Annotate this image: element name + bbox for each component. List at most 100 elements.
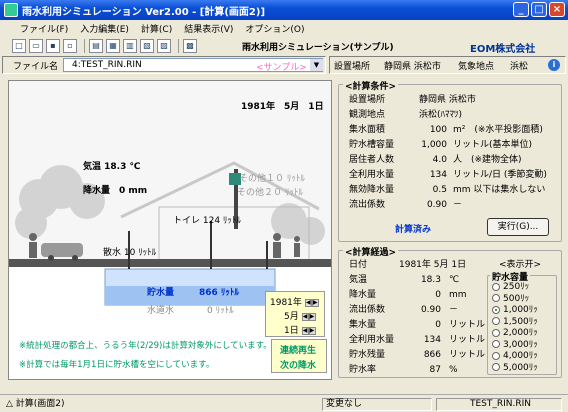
- progress-title: <計算経過>: [343, 245, 399, 258]
- prog-value: 0: [435, 320, 441, 330]
- minimize-button[interactable]: _: [513, 2, 529, 17]
- cond-label: 貯水槽容量: [349, 140, 395, 150]
- menu-option[interactable]: オプション(O): [245, 22, 304, 35]
- sample-caption: 雨水利用シミュレーション(サンプル): [242, 43, 394, 53]
- report-icon[interactable]: ▨: [157, 39, 171, 53]
- capacity-option[interactable]: 250ﾘｯ: [492, 282, 538, 294]
- station-label: 気象地点: [458, 62, 495, 72]
- save-as-icon[interactable]: ▫: [63, 39, 77, 53]
- scene-other1: その他１０ ﾘｯﾄﾙ: [239, 174, 305, 184]
- prog-value: 87: [429, 365, 441, 375]
- capacity-option[interactable]: 500ﾘｯ: [492, 294, 538, 306]
- cond-value: 134: [429, 170, 447, 180]
- capacity-option[interactable]: 1,000ﾘｯ: [492, 305, 538, 317]
- scene-storage-label: 貯水量: [147, 288, 175, 298]
- graph-icon[interactable]: ▧: [140, 39, 154, 53]
- file-panel: ファイル名 4:TEST_RIN.RIN <サンプル> ▼: [2, 56, 326, 74]
- radio-icon: [492, 282, 500, 291]
- radio-icon: [492, 294, 500, 302]
- cond-unit: リットル/日 (季節変動): [453, 170, 547, 180]
- radio-selected-icon: [492, 305, 500, 314]
- next-rain-button[interactable]: 次の降水: [280, 358, 316, 371]
- input-icon[interactable]: ▤: [89, 39, 103, 53]
- print-icon[interactable]: ▩: [183, 39, 197, 53]
- note-leap-year: ※統計処理の都合上、うるう年(2/29)は計算対象外にしています。: [19, 341, 272, 351]
- progress-group: <計算経過> <表示开> 日付 1981年 5月 1日 気温 18.3 ℃ 降水…: [338, 245, 562, 378]
- capacity-options: 250ﾘｯ 500ﾘｯ 1,000ﾘｯ 1,500ﾘｯ 2,000ﾘｯ 3,00…: [492, 282, 538, 374]
- menu-result[interactable]: 結果表示(V): [184, 22, 233, 35]
- help-icon[interactable]: i: [548, 59, 560, 71]
- prog-unit: リットル: [449, 350, 486, 360]
- toolbar-separator: [84, 39, 85, 53]
- cond-value: 静岡県 浜松市: [419, 95, 476, 105]
- sample-tag: <サンプル>: [256, 63, 307, 73]
- cond-label: 観測地点: [349, 110, 386, 120]
- conditions-group: <計算条件> 設置場所 静岡県 浜松市 観測地点 浜松(ﾊﾏﾏﾂ) 集水面積 1…: [338, 79, 562, 242]
- year-next-icon[interactable]: ▶: [311, 298, 319, 307]
- prog-unit: ℃: [449, 275, 460, 285]
- cond-value: 0.5: [432, 185, 447, 195]
- prog-unit: %: [449, 365, 458, 375]
- cond-unit: －: [453, 200, 463, 210]
- capacity-option[interactable]: 3,000ﾘｯ: [492, 340, 538, 352]
- open-folder-icon[interactable]: ▭: [29, 39, 43, 53]
- capacity-option[interactable]: 5,000ﾘｯ: [492, 363, 538, 375]
- date-spinner-panel: 1981年 ◀ ▶ 5月 ◀ ▶ 1日 ◀ ▶: [265, 291, 325, 337]
- location-value: 静岡県 浜松市: [384, 62, 441, 72]
- dropdown-arrow-icon[interactable]: ▼: [310, 59, 323, 71]
- day-value: 1日: [284, 326, 299, 336]
- new-file-icon[interactable]: □: [12, 39, 26, 53]
- save-icon[interactable]: ▪: [46, 39, 60, 53]
- cond-unit: m² (※水平投影面積): [453, 125, 543, 135]
- cond-value: 浜松(ﾊﾏﾏﾂ): [419, 110, 463, 120]
- menu-file[interactable]: ファイル(F): [20, 22, 68, 35]
- cond-value: 0.90: [426, 200, 447, 210]
- capacity-option[interactable]: 1,500ﾘｯ: [492, 317, 538, 329]
- prog-label: 貯水率: [349, 365, 377, 375]
- prog-unit: リットル: [449, 320, 486, 330]
- cond-unit: 人 (※建物全体): [453, 155, 522, 165]
- radio-icon: [492, 351, 500, 360]
- menu-calc[interactable]: 計算(C): [141, 22, 172, 35]
- continuous-play-button[interactable]: 連続再生: [280, 343, 316, 356]
- year-prev-icon[interactable]: ◀: [304, 298, 312, 307]
- month-value: 5月: [284, 312, 299, 322]
- prog-label: 集水量: [349, 320, 377, 330]
- cond-label: 全利用水量: [349, 170, 395, 180]
- status-left: △ 計算(画面2): [6, 399, 65, 409]
- radio-icon: [492, 363, 500, 371]
- run-button-label: 実行(G)...: [497, 222, 539, 232]
- simulation-scene: 1981年 5月 1日 気温 18.3 ℃ 降水量 0 mm その他１０ ﾘｯﾄ…: [8, 80, 332, 380]
- capacity-option[interactable]: 4,000ﾘｯ: [492, 351, 538, 363]
- prog-value: 18.3: [420, 275, 441, 285]
- location-label: 設置場所: [334, 62, 371, 72]
- month-prev-icon[interactable]: ◀: [301, 312, 309, 321]
- table-icon[interactable]: ▥: [123, 39, 137, 53]
- cond-value: 4.0: [432, 155, 447, 165]
- run-button[interactable]: 実行(G)...: [487, 218, 549, 236]
- display-label: <表示开>: [499, 260, 542, 270]
- scene-date: 1981年 5月 1日: [241, 102, 324, 112]
- day-next-icon[interactable]: ▶: [308, 326, 316, 335]
- file-row: ファイル名 4:TEST_RIN.RIN <サンプル> ▼ 設置場所 静岡県 浜…: [2, 56, 566, 74]
- prog-unit: mm: [449, 290, 467, 300]
- calc-icon[interactable]: ▦: [106, 39, 120, 53]
- capacity-option[interactable]: 2,000ﾘｯ: [492, 328, 538, 340]
- calc-status: 計算済み: [395, 225, 432, 235]
- prog-unit: リットル: [449, 335, 486, 345]
- file-select[interactable]: 4:TEST_RIN.RIN <サンプル> ▼: [63, 58, 323, 73]
- day-prev-icon[interactable]: ◀: [301, 326, 309, 335]
- menu-edit[interactable]: 入力編集(E): [80, 22, 129, 35]
- cond-label: 居住者人数: [349, 155, 395, 165]
- cond-unit: mm 以下は集水しない: [453, 185, 546, 195]
- menu-bar: ファイル(F) 入力編集(E) 計算(C) 結果表示(V) オプション(O): [0, 20, 568, 36]
- month-next-icon[interactable]: ▶: [308, 312, 316, 321]
- close-button[interactable]: ×: [549, 2, 565, 17]
- status-right: TEST_RIN.RIN: [436, 398, 562, 411]
- scene-rainfall: 降水量 0 mm: [83, 186, 148, 196]
- radio-icon: [492, 340, 500, 348]
- note-reset: ※計算では毎年1月1日に貯水槽を空にしています。: [19, 360, 215, 370]
- maximize-button[interactable]: □: [531, 2, 547, 17]
- cond-value: 100: [429, 125, 447, 135]
- company-name: EOM株式会社: [470, 44, 536, 55]
